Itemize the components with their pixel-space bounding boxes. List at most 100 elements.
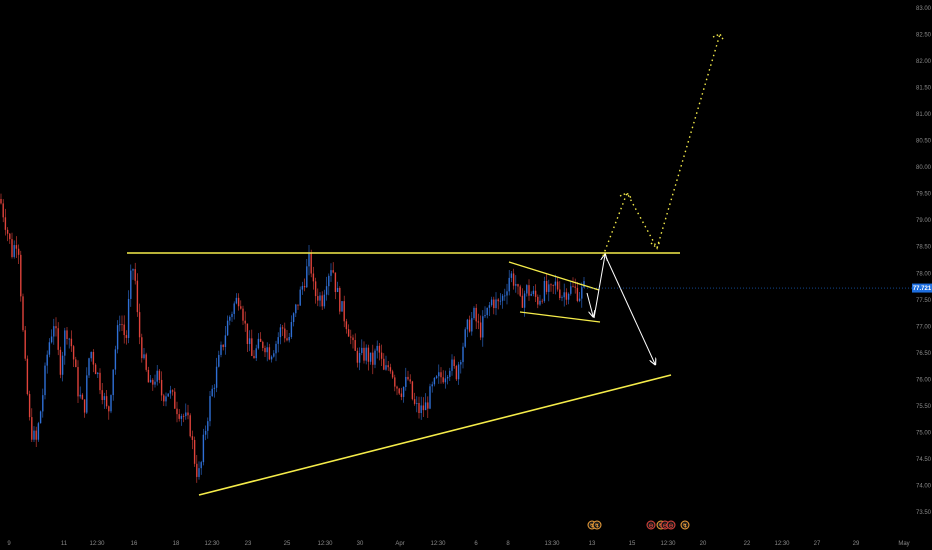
candle-body [143,354,145,359]
candle-body [189,415,191,437]
candle-body [420,405,422,414]
event-marker-glyph: ↯ [594,523,599,530]
y-tick-label: 74.50 [916,457,932,463]
candle-body [2,203,4,218]
y-tick-label: 81.50 [916,86,932,92]
candle-body [246,323,249,344]
candle-body [90,351,92,359]
candle-body [365,347,367,361]
x-tick-label: 20 [700,541,707,547]
candle-body [466,319,469,330]
candle-body [341,301,343,312]
candle-body [394,377,396,387]
candle-body [105,396,108,407]
candle-body [53,326,55,337]
candle-body [244,320,246,324]
candle-body [479,322,482,338]
candle-body [380,352,383,359]
candle-body [163,395,165,402]
candle-body [455,365,458,380]
candle-body [336,287,339,293]
candle-body [356,350,359,363]
candle-body [550,284,552,286]
candle-body [361,347,363,353]
candle-body [48,342,51,355]
candle-body [191,436,194,440]
candle-body [169,390,172,394]
candle-body [273,353,275,357]
candle-body [218,354,220,367]
candle-body [290,321,293,337]
y-tick-label: 78.00 [916,271,932,277]
candle-body [314,281,317,297]
candle-body [255,348,257,359]
candle-body [306,266,308,288]
candle-body [215,366,218,388]
candle-body [248,338,251,344]
candle-body [552,284,554,286]
candle-body [424,402,427,411]
candle-body [438,372,440,377]
candle-body [262,341,264,349]
candle-body [376,345,378,351]
candle-body [473,307,475,319]
candle-body [209,396,211,422]
y-tick-label: 78.50 [916,245,932,251]
x-tick-label: 12:30 [430,541,446,547]
candle-body [6,229,9,234]
candle-body [185,412,187,417]
candle-body [464,329,466,347]
price-chart[interactable]: ↯↯⊖↯⊖⊖↯ 83.0082.5082.0081.5081.0080.5080… [0,0,932,550]
candle-body [530,294,532,296]
candle-body [138,312,141,338]
candle-body [462,346,464,363]
candle-body [35,430,37,440]
candle-body [554,281,557,286]
candle-body [50,336,53,343]
candle-body [312,273,315,282]
candle-body [108,406,110,412]
x-tick-label: 25 [284,541,291,547]
candle-body [510,273,513,278]
candle-body [486,307,488,316]
candle-body [110,395,112,412]
candle-body [523,293,526,308]
candle-body [149,379,152,383]
candle-body [319,295,321,301]
candle-body [196,463,198,477]
candle-body [22,296,24,331]
candle-body [200,462,202,469]
candle-body [468,319,471,332]
candle-body [429,386,431,409]
candle-body [391,371,394,378]
y-tick-label: 80.00 [916,165,932,171]
candle-body [512,273,515,286]
candle-body [4,217,7,230]
candle-body [440,372,442,378]
candle-body [488,305,491,308]
candle-body [330,270,332,276]
candle-body [559,289,561,298]
candle-body [308,252,310,267]
x-tick-label: 27 [814,541,821,547]
candle-body [539,300,541,305]
candle-body [154,381,156,385]
candle-body [453,359,455,366]
candle-body [407,376,409,380]
candle-body [506,291,508,296]
candle-body [565,292,568,300]
candle-body [449,370,451,377]
candle-body [385,365,387,370]
x-tick-label: 12:30 [660,541,676,547]
candle-body [517,284,519,287]
candle-body [493,299,495,309]
candle-body [482,316,484,338]
event-marker-glyph: ↯ [682,523,687,530]
candle-body [323,294,326,307]
candle-body [561,297,563,299]
candle-body [257,338,260,349]
candle-body [471,318,473,332]
candle-body [400,393,403,397]
x-tick-label: 12:30 [204,541,220,547]
candle-body [39,411,42,424]
